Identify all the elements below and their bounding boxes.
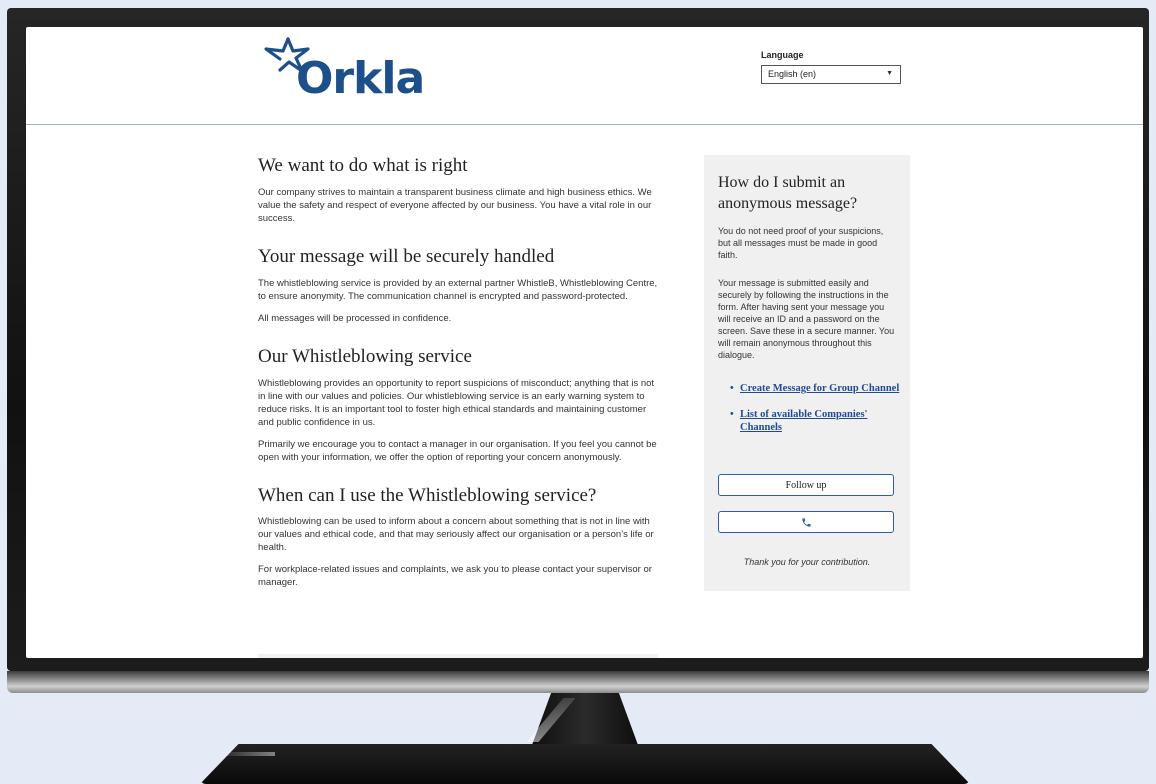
section-title: Our Whistleblowing service	[258, 345, 472, 367]
content-bottom-box	[258, 654, 658, 658]
main-content: We want to do what is right Our company …	[258, 155, 658, 598]
section-paragraph: Primarily we encourage you to contact a …	[258, 438, 657, 463]
brand-name: Orkla	[296, 53, 425, 104]
phone-button[interactable]	[718, 511, 894, 533]
section-paragraph: Our company strives to maintain a transp…	[258, 186, 652, 224]
info-sidebar: How do I submit an anonymous message? Yo…	[704, 155, 910, 591]
section-paragraph: All messages will be processed in confid…	[258, 312, 452, 324]
caret-down-icon: ▼	[886, 70, 893, 77]
companies-channels-link[interactable]: List of available Companies' Channels	[730, 408, 900, 434]
sidebar-title: How do I submit an anonymous message?	[718, 174, 858, 212]
monitor-base	[200, 744, 970, 784]
monitor-chin	[7, 671, 1149, 693]
sidebar-links: Create Message for Group Channel List of…	[730, 382, 900, 447]
screen: Orkla Language English (en) ▼ We want to…	[26, 27, 1143, 658]
section-title: We want to do what is right	[258, 155, 468, 176]
monitor-base-highlight	[215, 752, 275, 756]
sidebar-paragraph: Your message is submitted easily and sec…	[718, 278, 895, 360]
language-select-value: English (en)	[768, 69, 817, 79]
language-select[interactable]: English (en) ▼	[761, 65, 901, 84]
thank-you-note: Thank you for your contribution.	[743, 557, 871, 567]
follow-up-button[interactable]: Follow up	[718, 474, 894, 496]
orkla-logo[interactable]: Orkla	[258, 37, 428, 117]
language-label: Language	[761, 50, 804, 60]
section-paragraph: Whistleblowing provides an opportunity t…	[258, 377, 655, 428]
sidebar-paragraph: You do not need proof of your suspicions…	[718, 226, 884, 260]
section-paragraph: The whistleblowing service is provided b…	[258, 277, 658, 302]
section-paragraph: Whistleblowing can be used to inform abo…	[258, 516, 654, 554]
page-header: Orkla Language English (en) ▼	[26, 27, 1143, 125]
section-title: When can I use the Whistleblowing servic…	[258, 484, 597, 506]
section-title: Your message will be securely handled	[258, 245, 555, 267]
create-message-link[interactable]: Create Message for Group Channel	[730, 382, 900, 395]
section-paragraph: For workplace-related issues and complai…	[258, 564, 652, 589]
phone-icon	[801, 517, 812, 528]
